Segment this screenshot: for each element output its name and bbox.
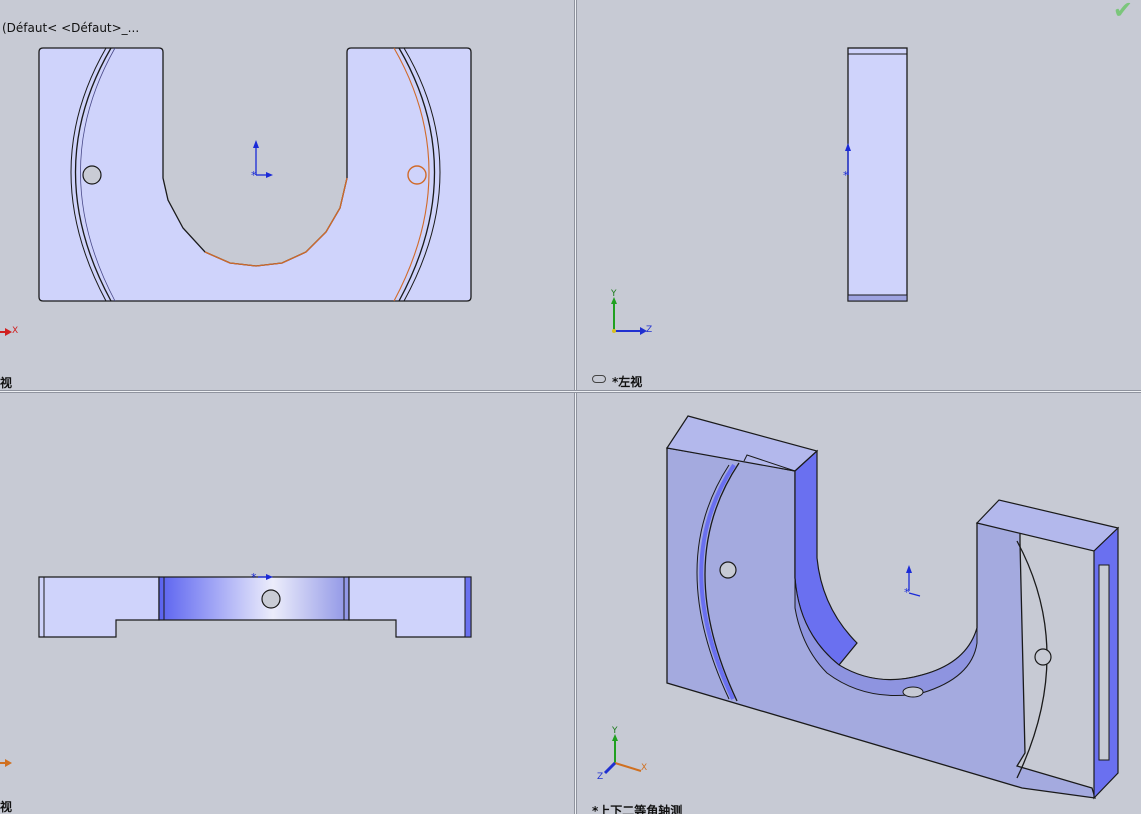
origin-icon: * xyxy=(904,565,921,599)
hole-right xyxy=(407,165,427,185)
horizontal-splitter[interactable] xyxy=(0,390,1141,393)
vertical-splitter[interactable] xyxy=(574,0,577,814)
link-views-icon[interactable] xyxy=(592,375,606,383)
svg-text:*: * xyxy=(251,571,257,584)
part-block-left xyxy=(38,576,160,638)
axis-triad-icon xyxy=(0,328,12,336)
hole-iso-right xyxy=(1034,648,1052,666)
checkmark-icon[interactable]: ✔ xyxy=(1113,0,1133,24)
top-viewport[interactable]: * 视 xyxy=(0,393,574,814)
left-view-label: *左视 xyxy=(612,375,643,389)
svg-text:*: * xyxy=(251,169,257,182)
svg-text:*: * xyxy=(843,169,849,182)
iso-viewport[interactable]: * Y X Z *上下二等角轴测 xyxy=(577,393,1141,814)
axis-z-label: Z xyxy=(646,325,653,335)
axis-triad-icon xyxy=(603,734,642,775)
svg-text:*: * xyxy=(904,586,910,599)
axis-z-label: Z xyxy=(597,772,604,782)
axis-x-label: X xyxy=(12,326,19,336)
front-view-drawing: * xyxy=(0,47,472,336)
axis-triad-icon xyxy=(0,759,12,767)
front-view-label: 视 xyxy=(0,376,13,390)
front-viewport[interactable]: (Défaut< <Défaut>_... * X 视 xyxy=(0,0,574,390)
axis-triad-icon xyxy=(611,297,647,335)
top-view-label: 视 xyxy=(0,800,13,814)
origin-icon: * xyxy=(251,140,273,182)
hole-iso-bottom xyxy=(902,686,924,698)
part-face-left xyxy=(847,47,908,302)
axis-y-label: Y xyxy=(611,289,617,299)
axis-x-label: X xyxy=(641,763,648,773)
part-block-right xyxy=(348,576,472,638)
hole-top xyxy=(261,589,281,609)
iso-view-label: *上下二等角轴测 xyxy=(592,804,683,814)
hole-iso-left xyxy=(719,561,737,579)
axis-y-label: Y xyxy=(612,726,618,736)
left-viewport[interactable]: * Y Z *左视 xyxy=(577,0,1141,390)
iso-view-drawing: * xyxy=(603,415,1120,800)
hole-left xyxy=(82,165,102,185)
left-view-drawing: * xyxy=(611,47,908,335)
top-view-drawing: * xyxy=(0,571,472,767)
